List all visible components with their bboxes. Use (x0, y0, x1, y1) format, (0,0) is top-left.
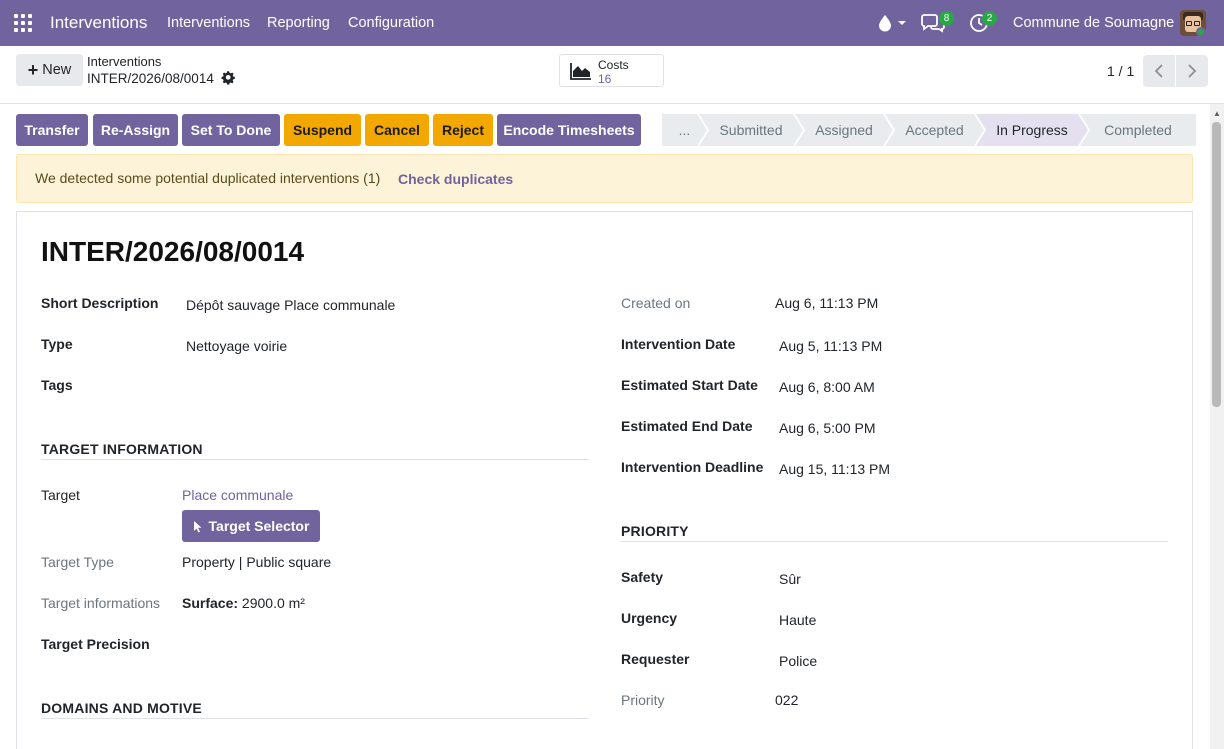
messages-badge: 8 (939, 11, 954, 26)
target-precision-label: Target Precision (41, 636, 150, 652)
record-title: INTER/2026/08/0014 (41, 236, 305, 267)
section-divider (41, 718, 589, 719)
deadline-label: Intervention Deadline (621, 459, 764, 475)
stage-in-progress: In Progress (976, 114, 1088, 146)
surface-value: 2900.0 m² (241, 595, 305, 611)
priority-value: 022 (775, 692, 799, 708)
stage-assigned[interactable]: Assigned (795, 114, 893, 146)
target-link[interactable]: Place communale (182, 487, 293, 503)
surface-info: Surface: 2900.0 m² (182, 595, 305, 611)
target-type-value: Property | Public square (182, 554, 332, 570)
stage-completed[interactable]: Completed (1080, 114, 1196, 146)
target-type-label: Target Type (41, 554, 114, 570)
priority-heading: PRIORITY (621, 523, 689, 539)
stage-submitted[interactable]: Submitted (699, 114, 803, 146)
safety-label: Safety (621, 569, 664, 585)
requester-label: Requester (621, 651, 690, 667)
priority-label: Priority (621, 692, 665, 708)
short-description-field[interactable]: Dépôt sauvage Place communale (186, 297, 395, 313)
target-selector-button[interactable]: Target Selector (182, 510, 320, 542)
app-brand[interactable]: Interventions (50, 13, 147, 33)
menu-reporting[interactable]: Reporting (267, 15, 330, 31)
chevron-right-icon (1188, 64, 1197, 78)
control-panel: + New Interventions INTER/2026/08/0014 C… (0, 46, 1224, 104)
menu-configuration[interactable]: Configuration (348, 15, 434, 31)
section-divider (621, 541, 1168, 542)
plus-icon: + (27, 60, 39, 80)
menu-interventions[interactable]: Interventions (167, 15, 250, 31)
urgency-label: Urgency (621, 610, 678, 626)
breadcrumb-parent[interactable]: Interventions (87, 54, 161, 69)
set-to-done-button[interactable]: Set To Done (182, 114, 280, 146)
tags-label: Tags (41, 377, 73, 393)
costs-smart-button[interactable]: Costs 16 (559, 54, 664, 87)
intervention-date-label: Intervention Date (621, 336, 736, 352)
type-field[interactable]: Nettoyage voirie (186, 338, 287, 354)
stage-more[interactable]: ... (662, 114, 707, 146)
target-information-heading: TARGET INFORMATION (41, 441, 203, 457)
section-divider (41, 459, 589, 460)
new-button[interactable]: + New (16, 54, 83, 86)
reject-button[interactable]: Reject (433, 114, 493, 146)
form-sheet (16, 211, 1193, 749)
cancel-button[interactable]: Cancel (365, 114, 429, 146)
online-status-dot (1196, 27, 1206, 37)
company-switcher[interactable]: Commune de Soumagne (1013, 15, 1174, 31)
pager-next-button[interactable] (1176, 55, 1208, 87)
requester-field[interactable]: Police (779, 653, 817, 669)
reassign-button[interactable]: Re-Assign (93, 114, 178, 146)
stage-accepted[interactable]: Accepted (885, 114, 984, 146)
water-drop-icon (879, 15, 891, 32)
target-selector-label: Target Selector (208, 518, 310, 534)
drop-dropdown[interactable] (878, 10, 912, 36)
costs-label: Costs (598, 58, 629, 72)
encode-timesheets-button[interactable]: Encode Timesheets (497, 114, 641, 146)
surface-label: Surface: (182, 595, 239, 611)
status-pipeline: ... Submitted Assigned Accepted In Progr… (662, 114, 1196, 146)
scroll-up-arrow[interactable]: ▲ (1211, 108, 1223, 120)
new-button-label: New (42, 62, 72, 78)
created-on-label: Created on (621, 295, 691, 311)
check-duplicates-link[interactable]: Check duplicates (398, 171, 513, 187)
suspend-button[interactable]: Suspend (284, 114, 361, 146)
urgency-field[interactable]: Haute (779, 612, 816, 628)
safety-field[interactable]: Sûr (779, 571, 801, 587)
transfer-button[interactable]: Transfer (16, 114, 88, 146)
costs-value: 16 (598, 72, 612, 86)
short-description-label: Short Description (41, 295, 159, 311)
domains-motive-heading: DOMAINS AND MOTIVE (41, 700, 202, 716)
caret-down-icon (898, 21, 906, 25)
activities-badge: 2 (982, 11, 997, 26)
created-on-value: Aug 6, 11:13 PM (775, 295, 879, 311)
pager-value[interactable]: 1 / 1 (1107, 63, 1134, 79)
target-informations-label: Target informations (41, 595, 161, 611)
estimated-end-label: Estimated End Date (621, 418, 753, 434)
type-label: Type (41, 336, 73, 352)
intervention-date-field[interactable]: Aug 5, 11:13 PM (779, 338, 882, 354)
duplicate-alert: We detected some potential duplicated in… (16, 154, 1193, 203)
breadcrumb-current: INTER/2026/08/0014 (87, 71, 214, 86)
top-navbar: Interventions Interventions Reporting Co… (0, 0, 1224, 46)
pager-previous-button[interactable] (1143, 55, 1175, 87)
deadline-field[interactable]: Aug 15, 11:13 PM (779, 461, 890, 477)
gear-icon[interactable] (221, 71, 236, 86)
apps-menu-icon[interactable] (14, 14, 32, 32)
estimated-start-label: Estimated Start Date (621, 377, 758, 393)
estimated-start-field[interactable]: Aug 6, 8:00 AM (779, 379, 875, 395)
target-label: Target (41, 487, 80, 503)
cursor-icon (193, 520, 202, 532)
area-chart-icon (570, 63, 591, 80)
chevron-left-icon (1154, 64, 1163, 78)
scrollbar-thumb[interactable] (1212, 122, 1221, 407)
estimated-end-field[interactable]: Aug 6, 5:00 PM (779, 420, 876, 436)
alert-message: We detected some potential duplicated in… (35, 170, 381, 186)
